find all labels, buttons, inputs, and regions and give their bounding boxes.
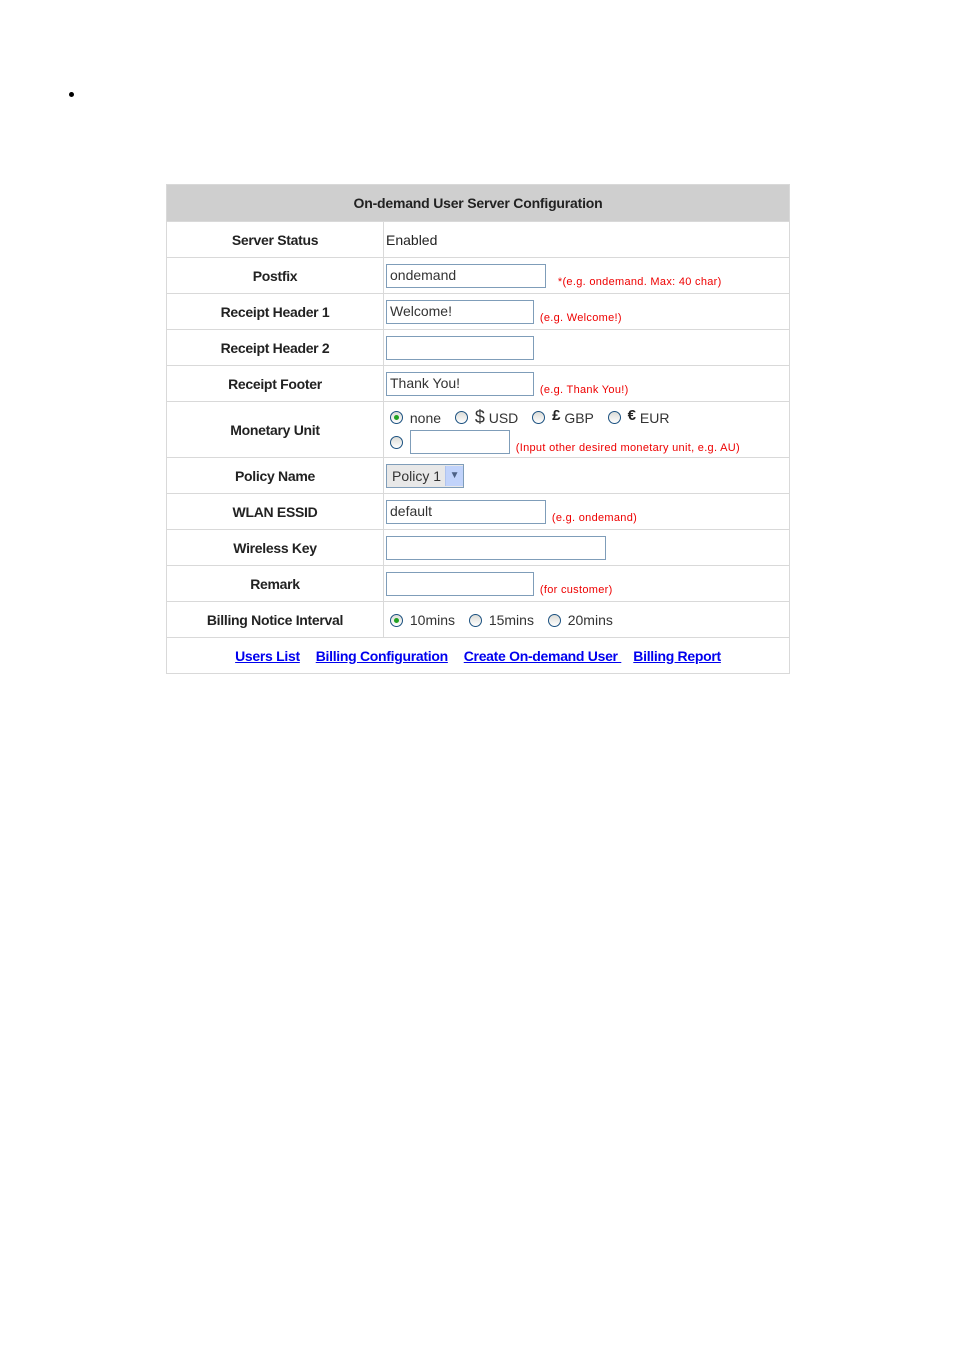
monetary-usd-radio[interactable]: [454, 411, 468, 424]
billing-report-link[interactable]: Billing Report: [633, 648, 721, 664]
row-wireless-key: Wireless Key: [166, 529, 790, 566]
postfix-hint: *(e.g. ondemand. Max: 40 char): [557, 275, 722, 288]
receipt-header-2-input[interactable]: [386, 335, 534, 360]
interval-20mins-label: 20mins: [567, 612, 613, 629]
table-title: On-demand User Server Configuration: [166, 184, 790, 222]
row-postfix: Postfix ondemand *(e.g. ondemand. Max: 4…: [166, 257, 790, 294]
receipt-footer-label: Receipt Footer: [166, 365, 384, 402]
monetary-other-radio[interactable]: [390, 435, 403, 449]
euro-icon: €: [627, 407, 637, 424]
interval-20mins-radio[interactable]: [547, 613, 561, 627]
row-wlan-essid: WLAN ESSID default (e.g. ondemand): [166, 493, 790, 530]
row-links: Users List Billing Configuration Create …: [166, 637, 790, 674]
config-table: On-demand User Server Configuration Serv…: [166, 184, 790, 674]
policy-name-select[interactable]: Policy 1 ▼: [386, 463, 465, 488]
receipt-footer-hint: (e.g. Thank You!): [539, 383, 629, 396]
wlan-essid-label: WLAN ESSID: [166, 493, 384, 530]
row-policy-name: Policy Name Policy 1 ▼: [166, 457, 790, 494]
bullet-point: [69, 92, 74, 97]
policy-name-selected: Policy 1: [392, 467, 442, 484]
interval-15mins-label: 15mins: [488, 612, 534, 629]
row-server-status: Server Status Enabled: [166, 221, 790, 258]
row-monetary-unit: Monetary Unit none $ USD £ GBP € EUR (In…: [166, 401, 790, 458]
monetary-other-hint: (Input other desired monetary unit, e.g.…: [515, 442, 740, 454]
monetary-none-label: none: [409, 409, 442, 426]
receipt-header-1-input[interactable]: Welcome!: [386, 299, 534, 324]
interval-15mins-radio[interactable]: [468, 613, 482, 627]
wlan-essid-hint: (e.g. ondemand): [551, 511, 638, 524]
billing-configuration-link[interactable]: Billing Configuration: [316, 648, 448, 664]
postfix-label: Postfix: [166, 257, 384, 294]
chevron-down-icon[interactable]: ▼: [445, 465, 464, 486]
receipt-header-1-hint: (e.g. Welcome!): [539, 311, 622, 324]
monetary-other-input[interactable]: [409, 430, 510, 454]
remark-hint: (for customer): [539, 583, 613, 596]
postfix-input[interactable]: ondemand: [386, 263, 546, 288]
monetary-eur-label: EUR: [639, 409, 670, 426]
server-status-value: Enabled: [383, 221, 790, 258]
billing-notice-interval-label: Billing Notice Interval: [166, 601, 384, 638]
wlan-essid-input[interactable]: default: [386, 499, 546, 524]
monetary-unit-label: Monetary Unit: [166, 401, 384, 458]
dollar-icon: $: [474, 407, 485, 427]
row-remark: Remark (for customer): [166, 565, 790, 602]
receipt-footer-input[interactable]: Thank You!: [386, 371, 534, 396]
monetary-gbp-label: GBP: [564, 409, 594, 426]
pound-icon: £: [552, 407, 561, 424]
server-status-label: Server Status: [166, 221, 384, 258]
row-receipt-footer: Receipt Footer Thank You! (e.g. Thank Yo…: [166, 365, 790, 402]
row-billing-notice-interval: Billing Notice Interval 10mins 15mins 20…: [166, 601, 790, 638]
monetary-usd-label: USD: [488, 409, 519, 426]
row-receipt-header-2: Receipt Header 2: [166, 329, 790, 366]
monetary-none-radio[interactable]: [390, 411, 403, 424]
remark-input[interactable]: [386, 571, 534, 596]
monetary-eur-radio[interactable]: [607, 411, 621, 424]
policy-name-label: Policy Name: [166, 457, 384, 494]
create-on-demand-user-link[interactable]: Create On-demand User: [464, 648, 622, 664]
interval-10mins-radio[interactable]: [390, 613, 403, 627]
users-list-link[interactable]: Users List: [235, 648, 300, 664]
receipt-header-1-label: Receipt Header 1: [166, 293, 384, 330]
receipt-header-2-label: Receipt Header 2: [166, 329, 384, 366]
wireless-key-label: Wireless Key: [166, 529, 384, 566]
remark-label: Remark: [166, 565, 384, 602]
monetary-gbp-radio[interactable]: [532, 411, 546, 424]
interval-10mins-label: 10mins: [409, 612, 456, 629]
row-receipt-header-1: Receipt Header 1 Welcome! (e.g. Welcome!…: [166, 293, 790, 330]
wireless-key-input[interactable]: [386, 535, 606, 560]
